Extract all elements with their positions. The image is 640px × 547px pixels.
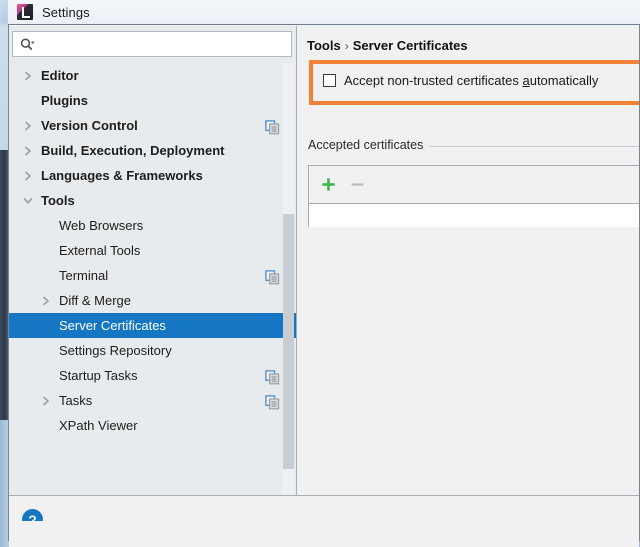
intellij-idea-icon — [17, 4, 33, 20]
accept-non-trusted-label: Accept non-trusted certificates automati… — [344, 73, 598, 88]
search-box[interactable] — [12, 31, 292, 57]
sidebar-item-xpath-viewer[interactable]: XPath Viewer — [9, 413, 296, 438]
sidebar-item-label: Plugins — [41, 93, 88, 108]
sidebar-item-plugins[interactable]: Plugins — [9, 88, 296, 113]
chevron-right-icon[interactable] — [21, 63, 35, 88]
sidebar-item-build-execution-deployment[interactable]: Build, Execution, Deployment — [9, 138, 296, 163]
accept-label-mnemonic: a — [522, 73, 530, 88]
chevron-right-icon[interactable] — [21, 163, 35, 188]
copy-settings-icon[interactable] — [265, 268, 280, 285]
sidebar-item-label: Server Certificates — [59, 318, 166, 333]
chevron-right-icon[interactable] — [39, 288, 53, 313]
dialog-content: Editor Plugins Version Control Build, Execu… — [9, 26, 639, 547]
accept-non-trusted-checkbox[interactable] — [323, 74, 336, 87]
sidebar-item-settings-repository[interactable]: Settings Repository — [9, 338, 296, 363]
sidebar-item-tools[interactable]: Tools — [9, 188, 296, 213]
breadcrumb-parent[interactable]: Tools — [307, 38, 341, 53]
sidebar-item-label: Tasks — [59, 393, 93, 408]
sidebar-item-label: Version Control — [41, 118, 138, 133]
remove-certificate-button[interactable] — [344, 172, 370, 198]
accepted-certificates-title: Accepted certificates — [308, 138, 430, 152]
sidebar-item-label: Startup Tasks — [59, 368, 138, 383]
chevron-right-icon[interactable] — [39, 388, 53, 413]
sidebar-item-tasks[interactable]: Tasks — [9, 388, 296, 413]
sidebar-item-label: Web Browsers — [59, 218, 144, 233]
chevron-right-icon[interactable] — [21, 113, 35, 138]
accept-setting-highlight: Accept non-trusted certificates automati… — [309, 60, 639, 105]
breadcrumb-separator-icon: › — [344, 39, 349, 53]
breadcrumb-current: Server Certificates — [352, 38, 468, 53]
accept-non-trusted-row[interactable]: Accept non-trusted certificates automati… — [323, 73, 598, 88]
sidebar-item-label: Editor — [41, 68, 79, 83]
settings-tree-pane: Editor Plugins Version Control Build, Execu… — [9, 26, 297, 495]
sidebar-item-external-tools[interactable]: External Tools — [9, 238, 296, 263]
sidebar-item-label: Languages & Frameworks — [41, 168, 203, 183]
accepted-certificates-list[interactable] — [309, 204, 639, 227]
window-title: Settings — [42, 4, 90, 20]
sidebar-item-version-control[interactable]: Version Control — [9, 113, 296, 138]
settings-tree[interactable]: Editor Plugins Version Control Build, Execu… — [9, 63, 296, 495]
tree-scrollbar-thumb[interactable] — [283, 214, 294, 469]
dialog-titlebar: Settings — [8, 0, 640, 25]
accept-label-prefix: Accept non-trusted certificates — [344, 73, 523, 88]
accepted-certificates-box — [308, 165, 639, 227]
sidebar-item-label: Build, Execution, Deployment — [41, 143, 225, 158]
sidebar-item-web-browsers[interactable]: Web Browsers — [9, 213, 296, 238]
sidebar-item-terminal[interactable]: Terminal — [9, 263, 296, 288]
copy-settings-icon[interactable] — [265, 368, 280, 385]
sidebar-item-label: Terminal — [59, 268, 109, 283]
certificates-toolbar — [309, 166, 639, 204]
sidebar-item-startup-tasks[interactable]: Startup Tasks — [9, 363, 296, 388]
sidebar-item-server-certificates[interactable]: Server Certificates — [9, 313, 296, 338]
plus-icon — [321, 178, 335, 191]
sidebar-item-languages-frameworks[interactable]: Languages & Frameworks — [9, 163, 296, 188]
dialog-footer — [9, 521, 639, 540]
chevron-down-icon[interactable] — [21, 188, 35, 213]
sidebar-item-label: Tools — [41, 193, 75, 208]
breadcrumb: Tools › Server Certificates — [307, 38, 468, 53]
server-certificates-panel: Tools › Server Certificates Accept non-tru… — [298, 26, 639, 495]
chevron-right-icon[interactable] — [21, 138, 35, 163]
minus-icon — [351, 183, 363, 186]
sidebar-item-label: Diff & Merge — [59, 293, 132, 308]
search-input[interactable] — [39, 33, 273, 55]
sidebar-item-diff-merge[interactable]: Diff & Merge — [9, 288, 296, 313]
sidebar-item-label: Settings Repository — [59, 343, 172, 358]
sidebar-item-label: External Tools — [59, 243, 141, 258]
add-certificate-button[interactable] — [315, 172, 341, 198]
sidebar-item-editor[interactable]: Editor — [9, 63, 296, 88]
copy-settings-icon[interactable] — [265, 118, 280, 135]
search-icon[interactable] — [20, 37, 35, 51]
copy-settings-icon[interactable] — [265, 393, 280, 410]
sidebar-item-label: XPath Viewer — [59, 418, 138, 433]
accept-label-suffix: utomatically — [529, 73, 599, 88]
